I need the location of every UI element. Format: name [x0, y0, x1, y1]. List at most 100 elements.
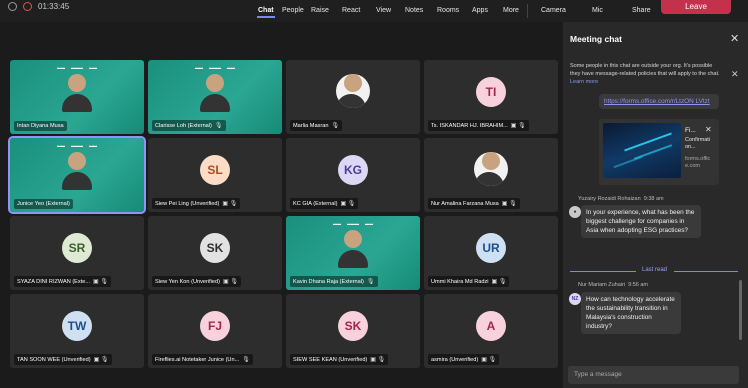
toolbar-chat-button[interactable]: Chat	[257, 7, 275, 18]
participant-avatar: SL	[200, 155, 230, 185]
link-preview-card[interactable]: Fi... ✕ Confirmati on... forms.offic e.c…	[599, 119, 719, 185]
participant-tile[interactable]: ▬▬ ▬▬▬ ▬▬ Clarisse Loh (External) 🎙	[148, 60, 282, 134]
participant-name: Nur Amalina Farzana Musa	[431, 200, 499, 207]
participant-avatar: SK	[200, 233, 230, 263]
message-time: 9:38 am	[643, 196, 664, 202]
participant-name-tag: Clarisse Loh (External) 🎙	[152, 120, 226, 131]
mic-status-icon: ▣ 🎙	[93, 279, 108, 285]
participant-name: TAN SOON WEE (Unverified)	[17, 356, 91, 363]
teams-meeting-window: 01:33:45 Chat People Raise React View No…	[0, 0, 748, 388]
toolbar-view-button[interactable]: View	[376, 7, 391, 14]
notice-text: Some people in this chat are outside you…	[570, 63, 720, 77]
message-meta: Yuzairy Rozaidi Rohaizan 9:38 am	[578, 196, 664, 202]
participant-tile[interactable]: SL Siew Pei Ling (Unverified) ▣ 🎙	[148, 138, 282, 212]
preview-title: Fi...	[685, 127, 696, 134]
participant-video	[62, 152, 92, 190]
participant-name-tag: Ummi Khaira Md Radzi ▣ 🎙	[428, 276, 510, 287]
participant-tile[interactable]: ▬▬ ▬▬▬ ▬▬ Junice Yeo (External)	[8, 136, 146, 214]
toolbar-more-button[interactable]: More	[503, 7, 519, 14]
chat-message: How can technology accelerate the sustai…	[581, 292, 681, 334]
participant-name: Clarisse Loh (External)	[155, 122, 212, 129]
participant-tile[interactable]: SK SIEW SEE KEAN (Unverified) ▣ 🎙	[286, 294, 420, 368]
participant-avatar: TI	[476, 77, 506, 107]
participant-tile[interactable]: ▬▬ ▬▬▬ ▬▬ Intan Diyana Musa	[10, 60, 144, 134]
participant-avatar: FJ	[200, 311, 230, 341]
participant-tile[interactable]: Nur Amalina Farzana Musa ▣ 🎙	[424, 138, 558, 212]
dismiss-notice-icon[interactable]: ✕	[731, 69, 739, 80]
participant-video	[200, 74, 230, 112]
meeting-chat-panel: Meeting chat ✕ Some people in this chat …	[563, 22, 748, 388]
participant-name-tag: Junice Yeo (External)	[14, 199, 73, 209]
close-preview-icon[interactable]: ✕	[705, 125, 712, 134]
external-notice: Some people in this chat are outside you…	[570, 62, 720, 86]
toolbar-share-button[interactable]: Share	[632, 7, 651, 14]
preview-subtitle: Confirmati on...	[685, 137, 711, 150]
mic-status-icon: 🎙	[214, 123, 223, 129]
participant-tile[interactable]: TI Ts. ISKANDAR HJ. IBRAHIM... ▣ 🎙	[424, 60, 558, 134]
webinar-banner: ▬▬ ▬▬▬ ▬▬	[57, 142, 97, 148]
webinar-banner: ▬▬ ▬▬▬ ▬▬	[57, 64, 97, 70]
toolbar-camera-button[interactable]: Camera	[541, 7, 566, 14]
participant-avatar: TW	[62, 311, 92, 341]
divider-line	[674, 271, 738, 272]
participant-name-tag: Marlia Masran 🎙	[290, 120, 343, 131]
last-read-divider: Last read	[570, 266, 738, 276]
participant-name-tag: TAN SOON WEE (Unverified) ▣ 🎙	[14, 354, 112, 365]
learn-more-link[interactable]: Learn more	[570, 79, 598, 85]
participant-avatar: KG	[338, 155, 368, 185]
window-controls: 01:33:45	[8, 2, 69, 11]
toolbar-apps-button[interactable]: Apps	[472, 7, 488, 14]
participant-name: Marlia Masran	[293, 122, 329, 129]
participant-video	[336, 74, 370, 108]
participant-name-tag: SIEW SEE KEAN (Unverified) ▣ 🎙	[290, 354, 389, 365]
participant-tile[interactable]: FJ Fireflies.ai Notetaker Junice (Un... 🎙	[148, 294, 282, 368]
participant-tile[interactable]: Marlia Masran 🎙	[286, 60, 420, 134]
mic-status-icon: ▣ 🎙	[340, 201, 356, 207]
message-input[interactable]: Type a message	[568, 366, 739, 384]
mic-status-icon: ▣ 🎙	[501, 201, 517, 207]
toolbar-people-button[interactable]: People	[282, 7, 304, 14]
participant-name: Fireflies.ai Notetaker Junice (Un...	[155, 356, 240, 363]
avatar: ●	[569, 206, 581, 218]
toolbar-notes-button[interactable]: Notes	[405, 7, 423, 14]
participant-name: KC GIA (External)	[293, 200, 338, 207]
mic-status-icon: ▣ 🎙	[510, 123, 526, 129]
participant-tile[interactable]: Aasmira (Unverified) ▣ 🎙	[424, 294, 558, 368]
last-read-label: Last read	[642, 267, 668, 273]
participant-tile[interactable]: UR Ummi Khaira Md Radzi ▣ 🎙	[424, 216, 558, 290]
leave-button[interactable]: Leave	[661, 0, 731, 14]
toolbar-raise-button[interactable]: Raise	[311, 7, 329, 14]
chat-message: In your experience, what has been the bi…	[581, 205, 701, 238]
participant-name-tag: Intan Diyana Musa	[14, 121, 67, 131]
message-meta: Nur Mariam Zuhairi 9:56 am	[578, 282, 648, 288]
participant-video	[474, 152, 508, 186]
close-icon[interactable]: ✕	[730, 32, 739, 45]
toolbar-mic-button[interactable]: Mic	[592, 7, 603, 14]
participant-avatar: SK	[338, 311, 368, 341]
participant-name-tag: KC GIA (External) ▣ 🎙	[290, 198, 359, 209]
participant-name: Siew Pei Ling (Unverified)	[155, 200, 220, 207]
participant-tile[interactable]: ▬▬ ▬▬▬ ▬▬ Kavin Dhana Raja (External) 🎙	[286, 216, 420, 290]
participant-name: SIEW SEE KEAN (Unverified)	[293, 356, 368, 363]
divider-line	[570, 271, 636, 272]
participant-video	[62, 74, 92, 112]
participant-avatar: UR	[476, 233, 506, 263]
toolbar-react-button[interactable]: React	[342, 7, 360, 14]
participant-tile[interactable]: KG KC GIA (External) ▣ 🎙	[286, 138, 420, 212]
participant-avatar: A	[476, 311, 506, 341]
participant-tile[interactable]: SK Siew Yen Kon (Unverified) ▣ 🎙	[148, 216, 282, 290]
mic-status-icon: ▣ 🎙	[222, 201, 238, 207]
toolbar-divider	[527, 4, 528, 18]
leave-label: Leave	[685, 2, 707, 11]
participant-video	[338, 230, 368, 268]
forms-link[interactable]: https://forms.office.com/r/LtzON LVtzt	[604, 98, 710, 105]
webinar-banner: ▬▬ ▬▬▬ ▬▬	[333, 220, 373, 226]
toolbar-rooms-button[interactable]: Rooms	[437, 7, 459, 14]
participant-name-tag: Kavin Dhana Raja (External) 🎙	[290, 276, 378, 287]
participant-tile[interactable]: TW TAN SOON WEE (Unverified) ▣ 🎙	[10, 294, 144, 368]
participant-name: Ummi Khaira Md Radzi	[431, 278, 489, 285]
chat-scrollbar[interactable]	[739, 280, 742, 340]
participant-name-tag: Siew Pei Ling (Unverified) ▣ 🎙	[152, 198, 241, 209]
participant-tile[interactable]: SR SYAZA DINI RIZWAN (Exte... ▣ 🎙	[10, 216, 144, 290]
participant-name: asmira (Unverified)	[431, 356, 479, 363]
